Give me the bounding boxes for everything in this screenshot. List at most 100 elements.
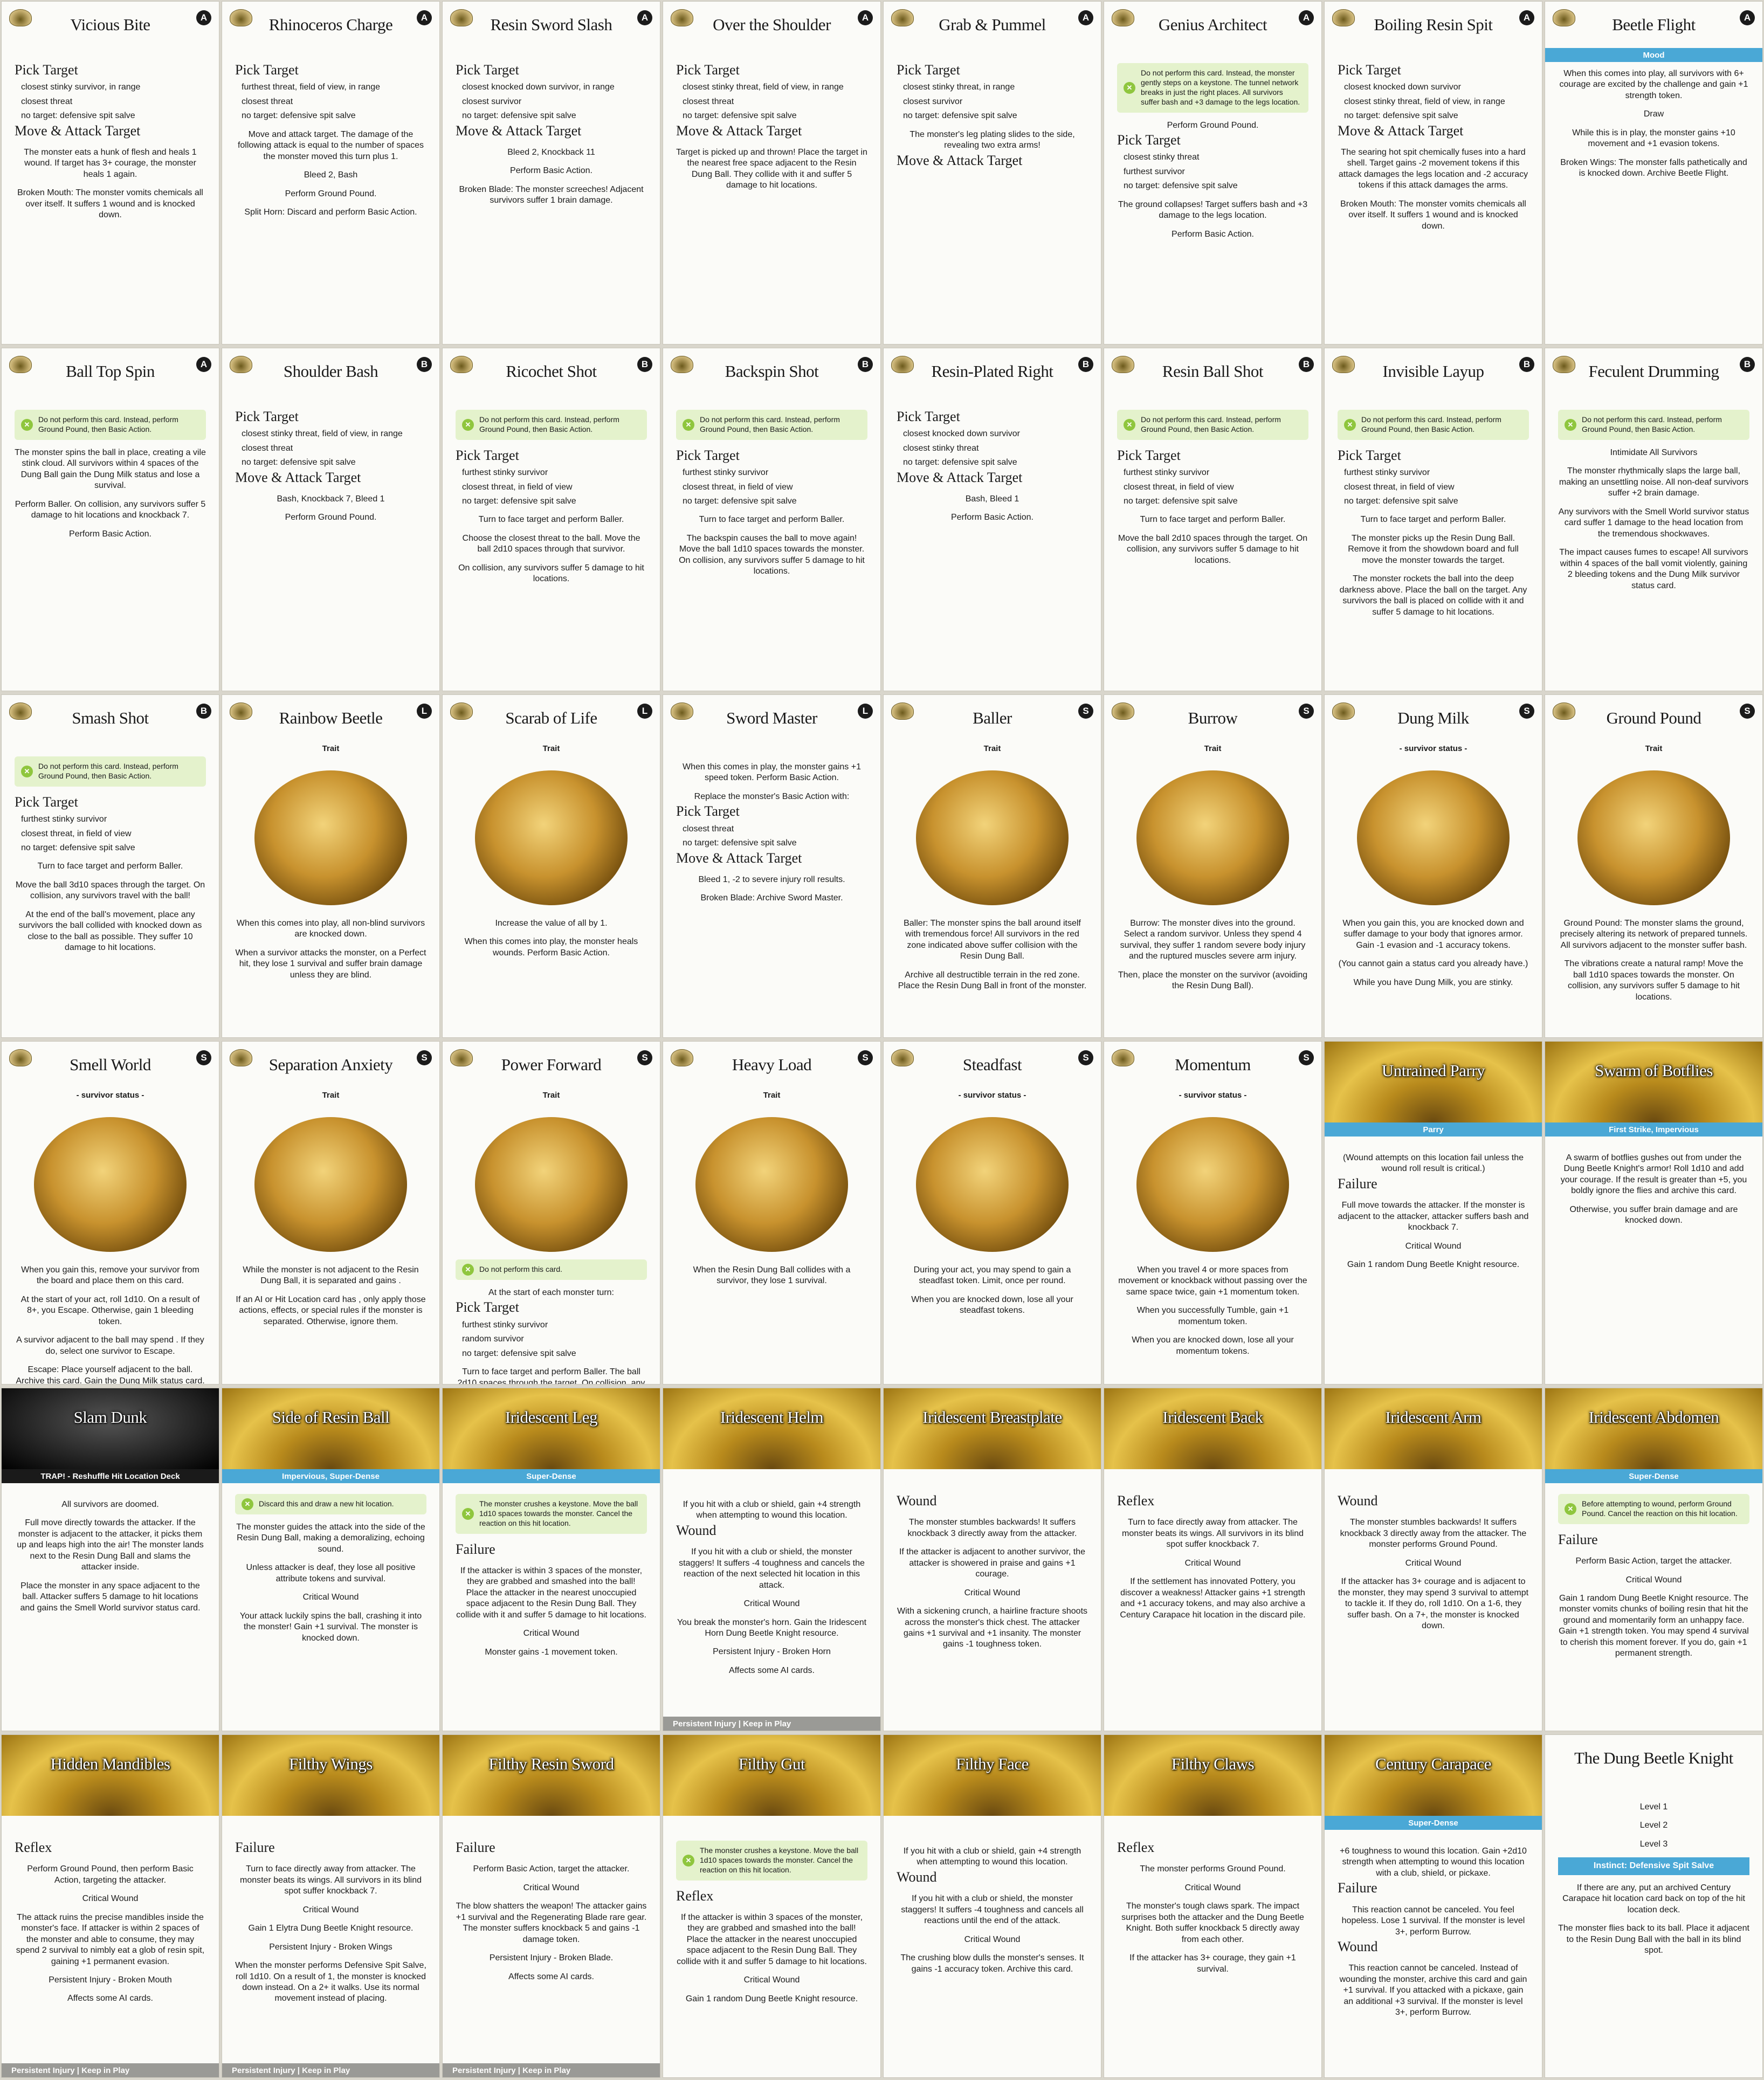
card-title: Filthy Face (956, 1754, 1029, 1773)
section-heading: Pick Target (456, 62, 519, 78)
game-card[interactable]: Swarm of Botflies First Strike, Imperviou… (1545, 1041, 1763, 1385)
card-subtitle: Super-Dense (443, 1469, 660, 1483)
game-card[interactable]: Dung Milk S - survivor status - When you ga… (1324, 694, 1542, 1038)
card-level-badge: S (1299, 704, 1314, 719)
card-body: The monster crushes a keystone. Move the… (456, 1492, 647, 1722)
game-card[interactable]: Sword Master L When this comes in play, th… (663, 694, 881, 1038)
card-level-badge: A (1740, 10, 1755, 25)
game-card[interactable]: Backspin Shot B Do not perform this card. … (663, 348, 881, 691)
card-text: Bleed 2, Bash (304, 170, 358, 180)
game-card[interactable]: Filthy Gut The monster crushes a keystone… (663, 1734, 881, 2078)
game-card[interactable]: Filthy Resin Sword Persistent Injury | Ke… (442, 1734, 660, 2078)
card-title: Century Carapace (1375, 1754, 1491, 1773)
game-card[interactable]: Smell World S - survivor status - When you … (1, 1041, 219, 1385)
game-card[interactable]: Smash Shot B Do not perform this card. Ins… (1, 694, 219, 1038)
card-level-badge: S (637, 1050, 652, 1065)
card-text: (You cannot gain a status card you alrea… (1338, 959, 1528, 969)
game-card[interactable]: Iridescent Arm Wound The monster stumbles … (1324, 1388, 1542, 1731)
game-card[interactable]: Baller S Trait Baller: The monster spins th… (883, 694, 1101, 1038)
card-header: Burrow S (1104, 695, 1321, 741)
game-card[interactable]: Iridescent Helm Persistent Injury | Keep … (663, 1388, 881, 1731)
game-card[interactable]: Genius Architect A Do not perform this car… (1104, 1, 1322, 345)
card-body: Pick Target closest stinky survivor, in r… (15, 61, 206, 335)
card-header: Invisible Layup B (1325, 348, 1542, 395)
game-card[interactable]: Iridescent Breastplate Wound The monster s… (883, 1388, 1101, 1731)
card-header: Baller S (884, 695, 1101, 741)
game-card[interactable]: Power Forward S Trait Do not perform this c… (442, 1041, 660, 1385)
game-card[interactable]: Vicious Bite A Pick Target closest stinky s… (1, 1, 219, 345)
card-text: While you have Dung Milk, you are stinky… (1353, 977, 1513, 987)
game-card[interactable]: Resin-Plated Right B Pick Target closest kn… (883, 348, 1101, 691)
game-card[interactable]: Feculent Drumming B Do not perform this ca… (1545, 348, 1763, 691)
game-card[interactable]: Slam Dunk TRAP! - Reshuffle Hit Location … (1, 1388, 219, 1731)
card-text: When this comes into play, all survivors… (1559, 69, 1748, 100)
card-level-badge: A (637, 10, 652, 25)
instruction-note: Before attempting to wound, perform Grou… (1558, 1494, 1749, 1524)
card-body: When this comes into play, all survivors… (1558, 61, 1749, 335)
game-card[interactable]: Iridescent Abdomen Super-Dense Before atte… (1545, 1388, 1763, 1731)
game-card[interactable]: Resin Ball Shot B Do not perform this card… (1104, 348, 1322, 691)
game-card[interactable]: Filthy Face If you hit with a club or shi… (883, 1734, 1101, 2078)
section-heading: Pick Target (1338, 447, 1401, 463)
card-text: Level 3 (1639, 1839, 1668, 1849)
game-card[interactable]: Rainbow Beetle L Trait When this comes into… (222, 694, 440, 1038)
card-text: When this comes in play, the monster gai… (683, 762, 861, 783)
game-card[interactable]: Invisible Layup B Do not perform this card… (1324, 348, 1542, 691)
card-subtitle: Super-Dense (1545, 1469, 1762, 1483)
game-card[interactable]: Burrow S Trait Burrow: The monster dives in… (1104, 694, 1322, 1038)
game-card[interactable]: Iridescent Leg Super-Dense The monster cru… (442, 1388, 660, 1731)
game-card[interactable]: Heavy Load S Trait When the Resin Dung Ball… (663, 1041, 881, 1385)
game-card[interactable]: Untrained Parry Parry (Wound attempts on t… (1324, 1041, 1542, 1385)
card-text: Perform Ground Pound. (285, 189, 377, 198)
game-card[interactable]: Filthy Wings Persistent Injury | Keep in … (222, 1734, 440, 2078)
game-card[interactable]: Steadfast S - survivor status - During your… (883, 1041, 1101, 1385)
card-text: The monster guides the attack into the s… (236, 1522, 425, 1554)
card-text: Perform Baller. On collision, any surviv… (15, 499, 206, 520)
card-body: All survivors are doomed. Full move direc… (15, 1492, 206, 1722)
game-card[interactable]: Century Carapace Super-Dense +6 toughness … (1324, 1734, 1542, 2078)
card-body: Level 1 Level 2 Level 3 Instinct: Defensive… (1558, 1794, 1749, 2069)
card-body: Failure Perform Basic Action, target the … (456, 1838, 647, 2069)
game-card[interactable]: Shoulder Bash B Pick Target closest stinky … (222, 348, 440, 691)
section-heading: Failure (456, 1840, 495, 1855)
card-level-badge: B (637, 357, 652, 372)
card-text: At the end of the ball's movement, place… (18, 910, 202, 953)
game-card[interactable]: Scarab of Life L Trait Increase the value o… (442, 694, 660, 1038)
card-level-badge: B (1519, 357, 1534, 372)
game-card[interactable]: Iridescent Back Reflex Turn to face direct… (1104, 1388, 1322, 1731)
game-card[interactable]: Beetle Flight A Mood When this comes into p… (1545, 1, 1763, 345)
game-card[interactable]: Filthy Claws Reflex The monster performs G… (1104, 1734, 1322, 2078)
card-level-badge: S (858, 1050, 873, 1065)
target-option: closest stinky survivor, in range (21, 82, 141, 92)
game-card[interactable]: Side of Resin Ball Impervious, Super-Dens… (222, 1388, 440, 1731)
game-card[interactable]: Grab & Pummel A Pick Target closest stinky … (883, 1, 1101, 345)
card-header: Resin-Plated Right B (884, 348, 1101, 395)
game-card[interactable]: Ricochet Shot B Do not perform this card. … (442, 348, 660, 691)
game-card[interactable]: Momentum S - survivor status - When you tra… (1104, 1041, 1322, 1385)
card-title: Smash Shot (72, 708, 149, 727)
game-card[interactable]: Ball Top Spin A Do not perform this card. … (1, 348, 219, 691)
section-heading: Pick Target (1117, 132, 1181, 148)
card-subtitle: TRAP! - Reshuffle Hit Location Deck (2, 1469, 219, 1483)
card-level-badge: B (1078, 357, 1093, 372)
card-illustration (1136, 770, 1289, 905)
target-option: closest threat (242, 97, 293, 106)
game-card[interactable]: The Dung Beetle Knight Level 1 Level 2 Leve… (1545, 1734, 1763, 2078)
card-text: Full move towards the attacker. If the m… (1338, 1201, 1529, 1232)
card-text: When you gain this, remove your survivor… (21, 1265, 199, 1286)
game-card[interactable]: Hidden Mandibles Persistent Injury | Keep… (1, 1734, 219, 2078)
game-card[interactable]: Over the Shoulder A Pick Target closest sti… (663, 1, 881, 345)
card-title: Rainbow Beetle (279, 708, 383, 727)
card-title: Genius Architect (1158, 15, 1267, 34)
game-card[interactable]: Resin Sword Slash A Pick Target closest kno… (442, 1, 660, 345)
target-option: closest stinky threat, field of view, in… (1344, 97, 1505, 106)
game-card[interactable]: Ground Pound S Trait Ground Pound: The mons… (1545, 694, 1763, 1038)
monster-icon (671, 702, 693, 720)
game-card[interactable]: Rhinoceros Charge A Pick Target furthest th… (222, 1, 440, 345)
game-card[interactable]: Separation Anxiety S Trait While the monste… (222, 1041, 440, 1385)
card-text: Intimidate All Survivors (1610, 447, 1698, 457)
game-card[interactable]: Boiling Resin Spit A Pick Target closest kn… (1324, 1, 1542, 345)
card-body: Pick Target furthest threat, field of vie… (235, 61, 426, 335)
card-header: Backspin Shot B (663, 348, 880, 395)
card-text: Broken Blade: The monster screeches! Adj… (459, 184, 644, 205)
